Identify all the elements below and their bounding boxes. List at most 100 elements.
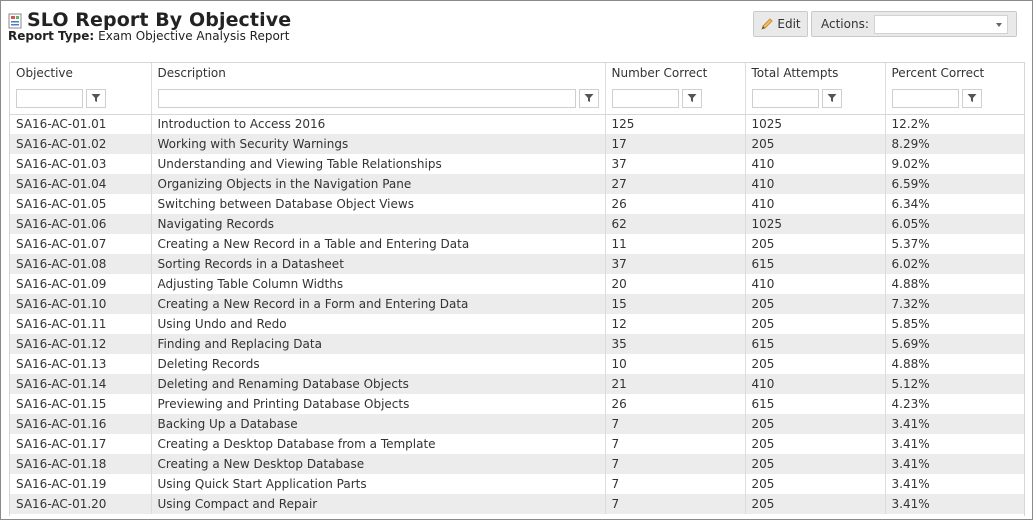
table-row[interactable]: SA16-AC-01.03 Understanding and Viewing T… [10,154,1024,174]
report-icon [8,13,22,29]
number-correct-cell: 62 [604,214,745,234]
table-row[interactable]: SA16-AC-01.08 Sorting Records in a Datash… [10,254,1024,274]
table-body: SA16-AC-01.01 Introduction to Access 2016… [10,114,1024,514]
objective-cell: SA16-AC-01.08 [10,254,151,274]
percent-correct-cell: 4.88% [884,274,1024,294]
percent-correct-cell: 7.32% [884,294,1024,314]
description-cell: Creating a New Record in a Table and Ent… [150,234,605,254]
objective-cell: SA16-AC-01.14 [10,374,151,394]
report-type: Report Type: Exam Objective Analysis Repo… [8,29,289,43]
table-row[interactable]: SA16-AC-01.07 Creating a New Record in a … [10,234,1024,254]
table-row[interactable]: SA16-AC-01.20 Using Compact and Repair 7 20… [10,494,1024,514]
objective-cell: SA16-AC-01.12 [10,334,151,354]
table-row[interactable]: SA16-AC-01.05 Switching between Database … [10,194,1024,214]
report-header: SLO Report By Objective Report Type: Exam… [8,9,708,49]
description-cell: Working with Security Warnings [150,134,605,154]
actions-menu: Actions: [811,11,1017,37]
pencil-icon [761,18,773,30]
column-header-total-attempts[interactable]: Total Attempts [744,63,885,83]
table-row[interactable]: SA16-AC-01.17 Creating a Desktop Database… [10,434,1024,454]
total-attempts-cell: 410 [744,194,885,214]
table-row[interactable]: SA16-AC-01.19 Using Quick Start Applicati… [10,474,1024,494]
table-row[interactable]: SA16-AC-01.06 Navigating Records 62 1025 6.0… [10,214,1024,234]
description-cell: Creating a New Desktop Database [150,454,605,474]
number-correct-cell: 35 [604,334,745,354]
number-correct-cell: 7 [604,414,745,434]
table-row[interactable]: SA16-AC-01.01 Introduction to Access 2016… [10,114,1024,134]
description-cell: Introduction to Access 2016 [150,114,605,134]
column-header-percent-correct[interactable]: Percent Correct [884,63,1024,83]
table-row[interactable]: SA16-AC-01.16 Backing Up a Database 7 205 3.… [10,414,1024,434]
filter-button-percent-correct[interactable] [961,88,982,108]
filter-icon [584,94,594,103]
filter-button-total-attempts[interactable] [821,88,842,108]
description-cell: Finding and Replacing Data [150,334,605,354]
filter-input-percent-correct[interactable] [891,88,959,108]
total-attempts-cell: 205 [744,314,885,334]
report-window: SLO Report By Objective Report Type: Exam… [0,0,1033,520]
description-cell: Creating a New Record in a Form and Ente… [150,294,605,314]
filter-button-objective[interactable] [86,88,106,108]
filter-input-objective[interactable] [16,88,83,108]
actions-label: Actions: [821,17,869,31]
objective-cell: SA16-AC-01.18 [10,454,151,474]
total-attempts-cell: 205 [744,434,885,454]
table-row[interactable]: SA16-AC-01.04 Organizing Objects in the N… [10,174,1024,194]
column-header-objective[interactable]: Objective [10,63,151,83]
percent-correct-cell: 5.12% [884,374,1024,394]
total-attempts-cell: 205 [744,474,885,494]
column-header-description[interactable]: Description [150,63,605,83]
column-header-number-correct[interactable]: Number Correct [604,63,745,83]
objective-cell: SA16-AC-01.05 [16,197,107,211]
table-row[interactable]: SA16-AC-01.15 Previewing and Printing Dat… [10,394,1024,414]
total-attempts-cell: 410 [744,274,885,294]
filter-input-total-attempts[interactable] [751,88,819,108]
table-row[interactable]: SA16-AC-01.14 Deleting and Renaming Datab… [10,374,1024,394]
description-cell: Using Undo and Redo [150,314,605,334]
objective-cell: SA16-AC-01.06 [10,214,151,234]
percent-correct-cell: 5.37% [884,234,1024,254]
table-row[interactable]: SA16-AC-01.10 Creating a New Record in a … [10,294,1024,314]
table-row[interactable]: SA16-AC-01.02 Working with Security Warni… [10,134,1024,154]
report-type-label: Report Type: [8,29,95,43]
number-correct-cell: 17 [604,134,745,154]
percent-correct-cell: 3.41% [884,434,1024,454]
actions-dropdown[interactable] [874,15,1008,34]
description-cell: Deleting Records [150,354,605,374]
total-attempts-cell: 205 [744,234,885,254]
number-correct-cell: 7 [604,474,745,494]
table-row[interactable]: SA16-AC-01.12 Finding and Replacing Data 3… [10,334,1024,354]
number-correct-cell: 11 [604,234,745,254]
objective-cell: SA16-AC-01.20 [10,494,151,514]
filter-button-number-correct[interactable] [681,88,702,108]
number-correct-cell: 27 [604,174,745,194]
description-cell: Previewing and Printing Database Objects [150,394,605,414]
percent-correct-cell: 12.2% [884,114,1024,134]
filter-icon [967,94,976,103]
table-row[interactable]: SA16-AC-01.09 Adjusting Table Column Widt… [10,274,1024,294]
table-row[interactable]: SA16-AC-01.13 Deleting Records 10 205 4.88% [10,354,1024,374]
total-attempts-cell: 205 [744,354,885,374]
objective-cell: SA16-AC-01.03 [16,157,107,171]
description-cell: Using Compact and Repair [150,494,605,514]
number-correct-cell: 37 [604,154,745,174]
objective-table: Objective Description Number Correct Tot… [9,62,1025,516]
number-correct-cell: 7 [604,434,745,454]
table-row[interactable]: SA16-AC-01.18 Creating a New Desktop Data… [10,454,1024,474]
percent-correct-cell: 4.88% [884,354,1024,374]
filter-button-description[interactable] [578,88,599,108]
percent-correct-cell: 3.41% [884,474,1024,494]
description-cell: Switching between Database Object Views [150,194,605,214]
edit-button[interactable]: Edit [753,11,808,37]
description-cell: Deleting and Renaming Database Objects [150,374,605,394]
objective-cell: SA16-AC-01.07 [16,237,107,251]
objective-cell: SA16-AC-01.04 [10,174,151,194]
filter-input-number-correct[interactable] [611,88,679,108]
description-cell: Navigating Records [150,214,605,234]
percent-correct-cell: 6.34% [884,194,1024,214]
filter-icon [687,94,696,103]
objective-cell: SA16-AC-01.11 [16,317,107,331]
number-correct-cell: 37 [604,254,745,274]
filter-input-description[interactable] [157,88,576,108]
table-row[interactable]: SA16-AC-01.11 Using Undo and Redo 12 205 5.8… [10,314,1024,334]
